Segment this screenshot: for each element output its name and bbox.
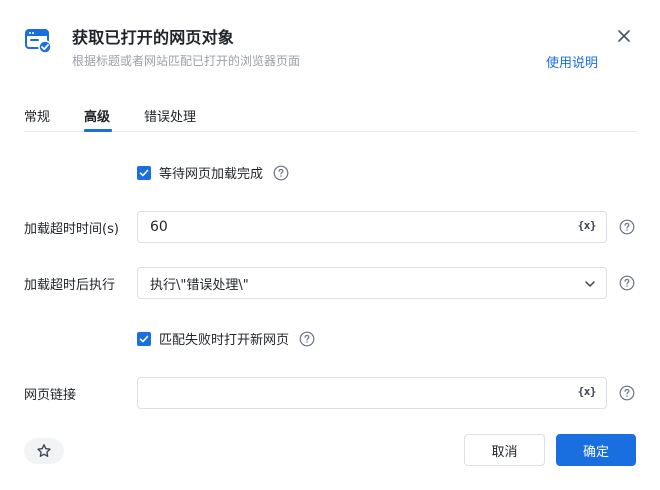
question-circle-icon[interactable] [619, 219, 635, 235]
tab-bar: 常规 高级 错误处理 [24, 106, 637, 132]
load-timeout-label: 加载超时时间(s) [24, 222, 119, 237]
timeout-action-value: 执行\"错误处理\" [150, 277, 249, 293]
check-icon [139, 169, 149, 176]
wait-load-checkbox[interactable] [137, 165, 151, 180]
open-new-on-fail-label: 匹配失败时打开新网页 [159, 333, 290, 348]
timeout-action-select[interactable]: 执行\"错误处理\" [137, 267, 607, 299]
browser-window-check-icon [24, 26, 52, 54]
confirm-button[interactable]: 确定 [556, 434, 636, 466]
close-button[interactable] [612, 24, 636, 48]
question-circle-icon[interactable] [273, 165, 289, 181]
usage-help-link[interactable]: 使用说明 [546, 52, 598, 71]
question-circle-icon[interactable] [619, 275, 635, 291]
tab-general[interactable]: 常规 [24, 106, 50, 132]
wait-load-checkbox-row[interactable]: 等待网页加载完成 [137, 163, 289, 182]
page-url-label: 网页链接 [24, 388, 77, 403]
dialog-subtitle: 根据标题或者网站匹配已打开的浏览器页面 [72, 54, 301, 68]
cancel-button[interactable]: 取消 [464, 434, 545, 466]
variable-insert-button[interactable]: {x} [578, 385, 597, 398]
question-circle-icon[interactable] [299, 331, 315, 347]
open-new-on-fail-checkbox[interactable] [137, 331, 151, 346]
page-url-field: {x} [137, 377, 607, 409]
load-timeout-input[interactable] [138, 212, 558, 242]
page-url-input[interactable] [138, 378, 558, 408]
wait-load-label: 等待网页加载完成 [159, 167, 264, 182]
check-icon [139, 335, 149, 342]
dialog-title: 获取已打开的网页对象 [72, 28, 235, 47]
open-new-on-fail-checkbox-row[interactable]: 匹配失败时打开新网页 [137, 329, 315, 348]
favorite-button[interactable] [24, 438, 64, 464]
timeout-action-label: 加载超时后执行 [24, 278, 116, 293]
close-icon [618, 30, 630, 42]
tab-error-handling[interactable]: 错误处理 [144, 106, 196, 132]
chevron-down-icon [585, 281, 595, 287]
question-circle-icon[interactable] [619, 385, 635, 401]
star-icon [37, 444, 51, 457]
load-timeout-field: {x} [137, 211, 607, 243]
variable-insert-button[interactable]: {x} [578, 219, 597, 232]
active-tab-indicator [84, 129, 112, 132]
